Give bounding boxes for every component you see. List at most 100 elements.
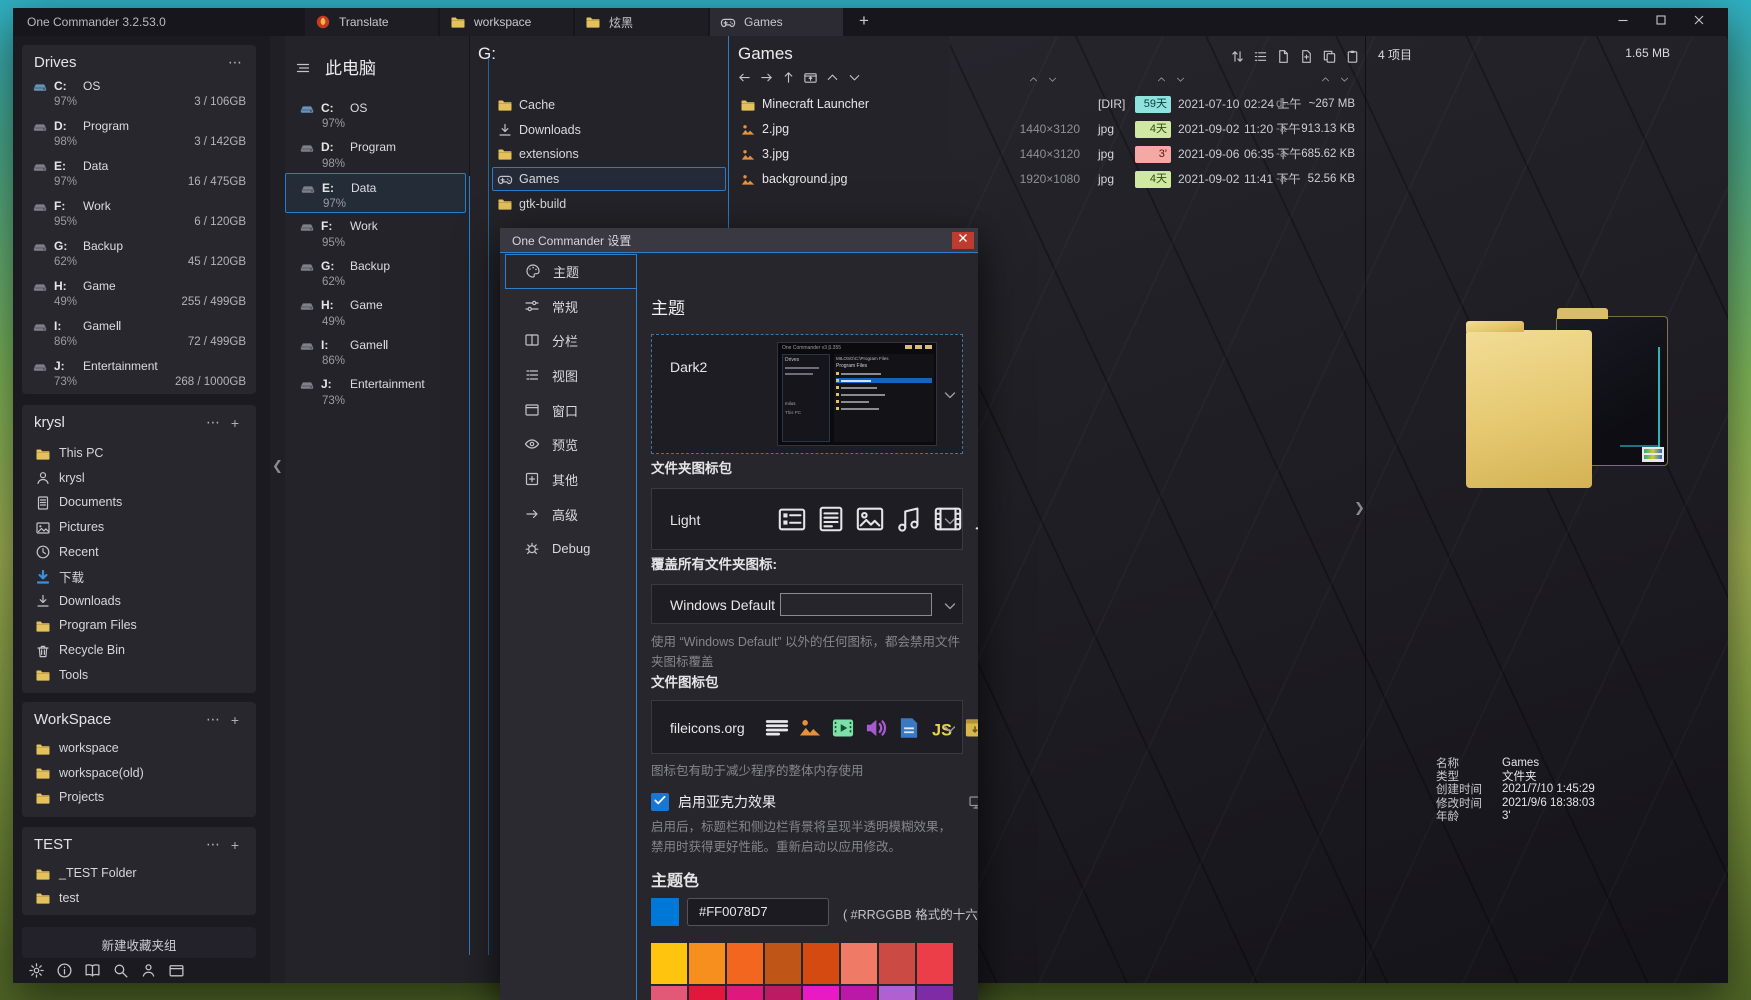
folder-item[interactable]: Games bbox=[470, 167, 730, 192]
tree-drive-item[interactable]: E:Data97% bbox=[285, 173, 466, 213]
column-sort-control[interactable] bbox=[1156, 72, 1186, 83]
chevron-down-icon[interactable] bbox=[942, 387, 956, 401]
sidebar-window-layout-icon[interactable] bbox=[168, 962, 185, 979]
theme-color-swatch[interactable] bbox=[651, 898, 679, 926]
palette-color-swatch[interactable] bbox=[803, 943, 839, 984]
settings-nav-高级[interactable]: 高级 bbox=[500, 497, 636, 532]
copy-icon[interactable] bbox=[1322, 49, 1337, 64]
settings-nav-分栏[interactable]: 分栏 bbox=[500, 323, 636, 358]
palette-color-swatch[interactable] bbox=[651, 986, 687, 1000]
override-dropdown[interactable]: Windows Default bbox=[651, 584, 963, 624]
theme-dropdown[interactable]: Dark2 One Commander v3 β.355 Drives milo… bbox=[651, 334, 963, 454]
folder-item[interactable]: Downloads bbox=[470, 118, 730, 143]
palette-color-swatch[interactable] bbox=[879, 986, 915, 1000]
menu-icon[interactable] bbox=[295, 60, 313, 74]
favorite-item[interactable]: krysl bbox=[22, 466, 256, 491]
panel-menu-icon[interactable]: ⋯ bbox=[202, 414, 224, 431]
palette-color-swatch[interactable] bbox=[803, 986, 839, 1000]
chev-down-icon[interactable] bbox=[847, 70, 862, 85]
tab-炫黑[interactable]: 炫黑 bbox=[575, 8, 708, 36]
tab-Games[interactable]: Games bbox=[710, 8, 843, 36]
tree-drive-item[interactable]: D:Program98% bbox=[285, 134, 466, 174]
favorite-item[interactable]: Pictures bbox=[22, 515, 256, 540]
sort-desc-icon[interactable] bbox=[1047, 72, 1058, 83]
sort-desc-icon[interactable] bbox=[1175, 72, 1186, 83]
workspace-item[interactable]: workspace(old) bbox=[22, 761, 256, 786]
drive-item[interactable]: F:Work95%6 / 120GB bbox=[22, 193, 256, 233]
folder-item[interactable]: extensions bbox=[470, 142, 730, 167]
favorite-item[interactable]: This PC bbox=[22, 441, 256, 466]
drive-item[interactable]: E:Data97%16 / 475GB bbox=[22, 153, 256, 193]
sidebar-user-icon[interactable] bbox=[140, 962, 157, 979]
test-item[interactable]: test bbox=[22, 886, 256, 911]
file-row[interactable]: Minecraft Launcher[DIR]59天2021-07-1002:2… bbox=[730, 92, 1365, 117]
palette-color-swatch[interactable] bbox=[765, 986, 801, 1000]
column-sort-control[interactable] bbox=[1320, 72, 1350, 83]
palette-color-swatch[interactable] bbox=[917, 943, 953, 984]
favorite-item[interactable]: Documents bbox=[22, 490, 256, 515]
drive-item[interactable]: C:OS97%3 / 106GB bbox=[22, 73, 256, 113]
view-list-icon[interactable] bbox=[1253, 49, 1268, 64]
dialog-titlebar[interactable]: One Commander 设置 bbox=[500, 228, 978, 253]
collapse-right-handle[interactable]: ❯ bbox=[1354, 500, 1365, 516]
folder-up-icon[interactable] bbox=[803, 70, 818, 85]
drive-item[interactable]: H:Game49%255 / 499GB bbox=[22, 273, 256, 313]
panel-menu-icon[interactable]: ⋯ bbox=[202, 836, 224, 853]
panel-add-icon[interactable]: + bbox=[224, 415, 246, 431]
panel-add-icon[interactable]: + bbox=[224, 837, 246, 853]
panel-add-icon[interactable]: + bbox=[224, 712, 246, 728]
favorite-item[interactable]: Tools bbox=[22, 662, 256, 687]
file-row[interactable]: 3.jpg1440×3120jpg3'2021-09-0606:35 下午-a-… bbox=[730, 142, 1365, 167]
file-row[interactable]: background.jpg1920×1080jpg4天2021-09-0211… bbox=[730, 167, 1365, 192]
drive-item[interactable]: G:Backup62%45 / 120GB bbox=[22, 233, 256, 273]
tab-Translate[interactable]: Translate bbox=[305, 8, 438, 36]
titlebar[interactable]: One Commander 3.2.53.0 Translateworkspac… bbox=[13, 8, 1728, 36]
collapse-left-handle[interactable]: ❮ bbox=[272, 458, 283, 474]
sort-asc-icon[interactable] bbox=[1028, 72, 1039, 83]
sidebar-dual-pane-icon[interactable] bbox=[84, 962, 101, 979]
tree-drive-item[interactable]: G:Backup62% bbox=[285, 252, 466, 292]
settings-nav-窗口[interactable]: 窗口 bbox=[500, 393, 636, 428]
maximize-button[interactable] bbox=[1646, 10, 1676, 34]
arrow-left-icon[interactable] bbox=[737, 70, 752, 85]
column-sort-control[interactable] bbox=[1028, 72, 1058, 83]
acrylic-checkbox[interactable] bbox=[651, 793, 669, 811]
file-plus-icon[interactable] bbox=[1299, 49, 1314, 64]
close-button[interactable] bbox=[1684, 10, 1714, 34]
tree-drive-item[interactable]: C:OS97% bbox=[285, 94, 466, 134]
override-input[interactable] bbox=[780, 593, 932, 616]
panel-menu-icon[interactable]: ⋯ bbox=[202, 711, 224, 728]
palette-color-swatch[interactable] bbox=[879, 943, 915, 984]
favorite-item[interactable]: 下载 bbox=[22, 564, 256, 589]
settings-nav-主题[interactable]: 主题 bbox=[505, 254, 636, 289]
settings-nav-常规[interactable]: 常规 bbox=[500, 289, 636, 324]
drive-item[interactable]: J:Entertainment73%268 / 1000GB bbox=[22, 353, 256, 393]
settings-nav-视图[interactable]: 视图 bbox=[500, 358, 636, 393]
favorite-item[interactable]: Downloads bbox=[22, 589, 256, 614]
minimize-button[interactable] bbox=[1608, 10, 1638, 34]
sidebar-gear-icon[interactable] bbox=[28, 962, 45, 979]
file-icon[interactable] bbox=[1276, 49, 1291, 64]
arrow-right-icon[interactable] bbox=[759, 70, 774, 85]
settings-nav-Debug[interactable]: Debug bbox=[500, 532, 636, 567]
sidebar-info-icon[interactable] bbox=[56, 962, 73, 979]
palette-color-swatch[interactable] bbox=[841, 943, 877, 984]
new-tab-button[interactable]: + bbox=[851, 10, 877, 34]
palette-color-swatch[interactable] bbox=[689, 986, 725, 1000]
drive-item[interactable]: I:GameⅡ86%72 / 499GB bbox=[22, 313, 256, 353]
folder-icons-dropdown[interactable]: Light bbox=[651, 488, 963, 550]
paste-icon[interactable] bbox=[1345, 49, 1360, 64]
chevron-down-icon[interactable] bbox=[942, 513, 956, 527]
tree-drive-item[interactable]: H:Game49% bbox=[285, 292, 466, 332]
folder-item[interactable]: Cache bbox=[470, 93, 730, 118]
tree-drive-item[interactable]: I:GameⅡ86% bbox=[285, 331, 466, 371]
palette-color-swatch[interactable] bbox=[651, 943, 687, 984]
sort-icon[interactable] bbox=[1230, 49, 1245, 64]
tree-drive-item[interactable]: J:Entertainment73% bbox=[285, 371, 466, 411]
workspace-item[interactable]: Projects bbox=[22, 785, 256, 810]
sort-asc-icon[interactable] bbox=[1156, 72, 1167, 83]
settings-nav-预览[interactable]: 预览 bbox=[500, 427, 636, 462]
drive-item[interactable]: D:Program98%3 / 142GB bbox=[22, 113, 256, 153]
palette-color-swatch[interactable] bbox=[689, 943, 725, 984]
chevron-down-icon[interactable] bbox=[942, 598, 956, 612]
